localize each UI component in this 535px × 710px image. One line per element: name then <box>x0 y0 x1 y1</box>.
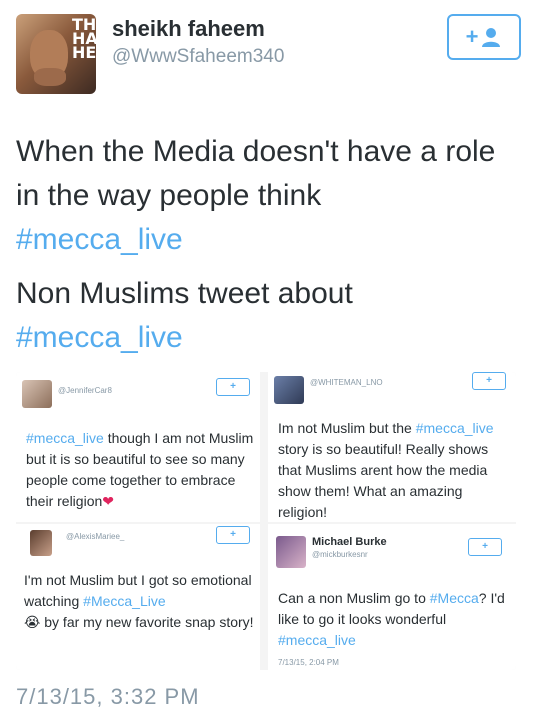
hashtag: #mecca_live <box>278 632 356 648</box>
mini-handle: @JenniferCar8 <box>58 386 112 395</box>
mini-avatar <box>274 376 304 404</box>
heart-emoji: ❤ <box>102 493 114 509</box>
mini-follow-button: + <box>472 372 506 390</box>
tweet-paragraph-1: When the Media doesn't have a role in th… <box>16 130 521 262</box>
author-name[interactable]: sheikh faheem <box>112 16 265 42</box>
embedded-tweet-text: #mecca_live though I am not Muslim but i… <box>26 428 256 512</box>
hashtag: #Mecca <box>429 590 479 606</box>
hashtag: #mecca_live <box>415 420 494 436</box>
embedded-tweet-2: @WHITEMAN_LNO + Im not Muslim but the #m… <box>268 372 516 522</box>
tweet-header: TH HA HE sheikh faheem @WwwSfaheem340 + <box>16 14 521 98</box>
tweet-body: by far my new favorite snap story! <box>40 614 254 630</box>
hashtag: #mecca_live <box>26 430 104 446</box>
mini-handle: @WHITEMAN_LNO <box>310 378 383 387</box>
tweet-text: When the Media doesn't have a role in th… <box>16 130 521 360</box>
mini-handle: @AlexisMariee_ <box>66 532 125 541</box>
mini-avatar <box>276 536 306 568</box>
tweet-paragraph-2: Non Muslims tweet about #mecca_live <box>16 272 521 360</box>
embedded-timestamp: 7/13/15, 2:04 PM <box>278 658 339 667</box>
follow-plus: + <box>465 24 479 49</box>
follow-button[interactable]: + <box>447 14 521 60</box>
embedded-tweet-1: @JenniferCar8 + #mecca_live though I am … <box>16 372 260 522</box>
hashtag: #Mecca_Live <box>83 593 166 609</box>
embedded-tweet-text: Can a non Muslim go to #Mecca? I'd like … <box>278 588 512 651</box>
mini-avatar <box>22 380 52 408</box>
mini-avatar <box>30 530 52 556</box>
crying-emoji: 😭 <box>24 614 41 630</box>
mini-name: Michael Burke <box>312 536 387 548</box>
user-icon <box>482 28 501 47</box>
tweet-line-2: Non Muslims tweet about <box>16 277 353 310</box>
tweet-line-1: When the Media doesn't have a role in th… <box>16 135 496 212</box>
avatar-hand <box>34 68 66 86</box>
mini-follow-button: + <box>468 538 502 556</box>
tweet-body: Im not Muslim but the <box>278 420 416 436</box>
mini-follow-button: + <box>216 378 250 396</box>
embedded-tweet-4: Michael Burke @mickburkesnr + Can a non … <box>268 524 516 670</box>
author-handle[interactable]: @WwwSfaheem340 <box>112 46 284 68</box>
author-avatar[interactable]: TH HA HE <box>16 14 96 94</box>
tweet-body: Can a non Muslim go to <box>278 590 430 606</box>
embedded-tweet-text: I'm not Muslim but I got so emotional wa… <box>24 570 256 633</box>
mini-handle: @mickburkesnr <box>312 550 368 559</box>
hashtag-link[interactable]: #mecca_live <box>16 321 183 354</box>
avatar-overlay-text: TH HA HE <box>72 15 96 62</box>
tweet-body: story is so beautiful! Really shows that… <box>278 441 489 520</box>
hashtag-link[interactable]: #mecca_live <box>16 223 183 256</box>
embedded-tweet-3: @AlexisMariee_ + I'm not Muslim but I go… <box>16 524 260 670</box>
embedded-tweet-text: Im not Muslim but the #mecca_live story … <box>278 418 510 522</box>
attached-image[interactable]: @JenniferCar8 + #mecca_live though I am … <box>16 372 516 670</box>
mini-follow-button: + <box>216 526 250 544</box>
tweet-timestamp[interactable]: 7/13/15, 3:32 PM <box>16 684 200 710</box>
